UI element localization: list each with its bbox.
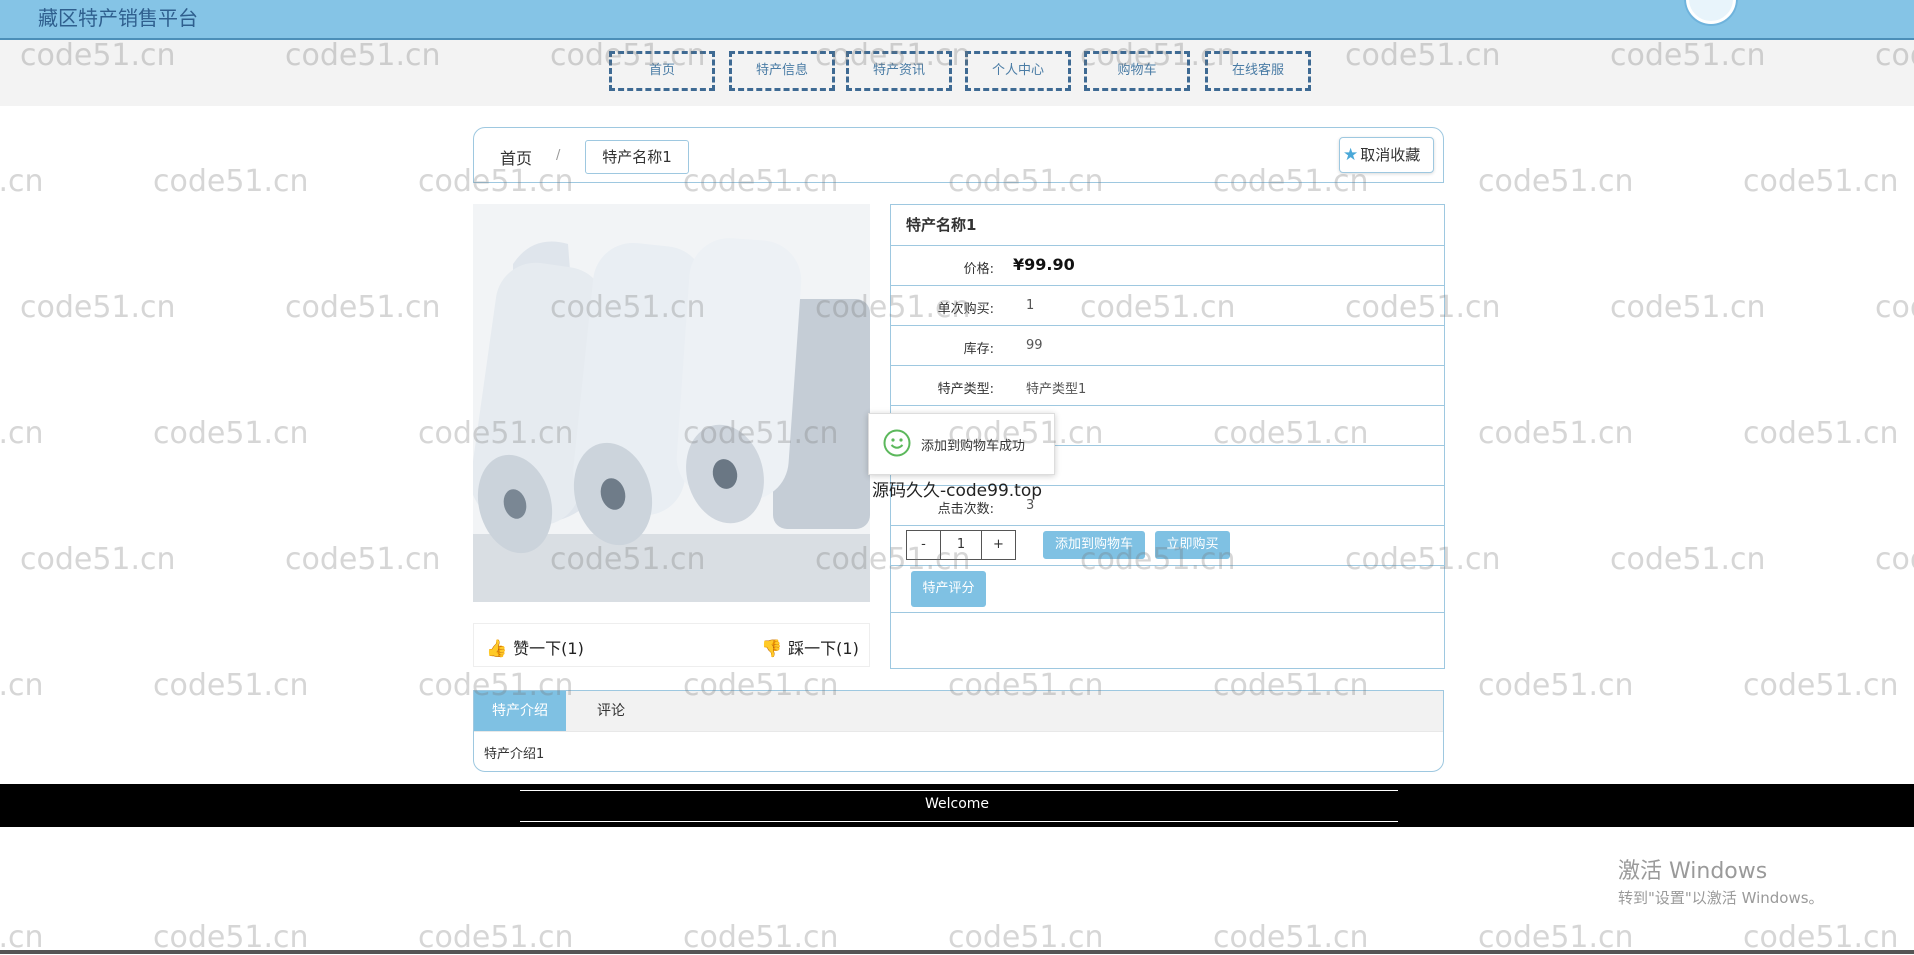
product-tabs: 特产介绍 评论 特产介绍1 — [473, 690, 1444, 772]
watermark-text: code51.cn — [20, 290, 176, 325]
watermark-text: code51.cn — [153, 164, 309, 199]
footer-welcome: Welcome — [0, 796, 1914, 812]
quantity-plus-button[interactable]: + — [982, 531, 1015, 559]
nav-item-home[interactable]: 首页 — [609, 51, 715, 91]
watermark-text: code51.cn — [20, 542, 176, 577]
toast-notification: 添加到购物车成功 — [868, 413, 1055, 475]
type-value: 特产类型1 — [1026, 378, 1086, 397]
breadcrumb-current[interactable]: 特产名称1 — [585, 140, 689, 174]
stock-label: 库存: — [964, 338, 994, 357]
watermark-text: code51.cn — [1610, 542, 1766, 577]
detail-row-rating: 特产评分 — [891, 566, 1444, 613]
top-header: 藏区特产销售平台 — [0, 0, 1914, 40]
add-to-cart-button[interactable]: 添加到购物车 — [1043, 531, 1145, 559]
site-title[interactable]: 藏区特产销售平台 — [38, 2, 198, 31]
nav-item-cart[interactable]: 购物车 — [1084, 51, 1190, 91]
rate-product-button[interactable]: 特产评分 — [911, 571, 986, 607]
toast-message: 添加到购物车成功 — [921, 435, 1025, 454]
dislike-label: 踩一下(1) — [788, 639, 859, 658]
watermark-text: code51.cn — [1743, 668, 1899, 703]
watermark-text: code51.cn — [1478, 164, 1634, 199]
detail-row-actions: - 1 + 添加到购物车 立即购买 — [891, 526, 1444, 566]
per-purchase-value: 1 — [1026, 298, 1034, 313]
per-purchase-label: 单次购买: — [938, 298, 994, 317]
watermark-text: code51.cn — [285, 542, 441, 577]
watermark-text: code51.cn — [0, 416, 44, 451]
nav-item-news[interactable]: 特产资讯 — [846, 51, 952, 91]
watermark-text: code51.cn — [1875, 290, 1914, 325]
watermark-text: code51.cn — [1478, 668, 1634, 703]
watermark-text: code51.cn — [1743, 416, 1899, 451]
watermark-text: code51.cn — [1875, 542, 1914, 577]
breadcrumb: 首页 / 特产名称1 ★取消收藏 — [473, 127, 1444, 183]
product-name: 特产名称1 — [891, 205, 1444, 246]
quantity-stepper: - 1 + — [906, 530, 1016, 560]
windows-activation-subtitle: 转到"设置"以激活 Windows。 — [1618, 887, 1824, 908]
main-nav: 首页 特产信息 特产资讯 个人中心 购物车 在线客服 — [0, 40, 1914, 106]
footer-rule-top — [520, 790, 1398, 791]
watermark-text: code51.cn — [153, 416, 309, 451]
star-icon: ★ — [1343, 145, 1358, 165]
detail-row-stock: 库存: 99 — [891, 326, 1444, 366]
watermark-text: code51.cn — [1743, 164, 1899, 199]
tab-introduction[interactable]: 特产介绍 — [474, 691, 566, 731]
windows-activation-title: 激活 Windows — [1618, 853, 1824, 885]
quantity-input[interactable]: 1 — [940, 531, 982, 559]
overlay-watermark-text: 源码久久-code99.top — [872, 476, 1042, 501]
price-label: 价格: — [964, 258, 994, 277]
watermark-text: code51.cn — [0, 164, 44, 199]
user-avatar[interactable] — [1686, 0, 1736, 24]
windows-activation-notice: 激活 Windows 转到"设置"以激活 Windows。 — [1618, 853, 1824, 908]
breadcrumb-separator: / — [556, 148, 560, 163]
unfavorite-button[interactable]: ★取消收藏 — [1339, 137, 1434, 173]
unfavorite-label: 取消收藏 — [1360, 146, 1420, 164]
tab-comments[interactable]: 评论 — [566, 691, 656, 731]
type-label: 特产类型: — [938, 378, 994, 397]
smile-icon — [883, 429, 911, 457]
buy-now-button[interactable]: 立即购买 — [1155, 531, 1230, 559]
dislike-button[interactable]: 👎 踩一下(1) — [761, 635, 859, 659]
nav-item-profile[interactable]: 个人中心 — [965, 51, 1071, 91]
watermark-text: code51.cn — [1610, 290, 1766, 325]
tabs-header: 特产介绍 评论 — [474, 691, 1443, 732]
vote-bar: 👍 赞一下(1) 👎 踩一下(1) — [473, 623, 870, 667]
tab-content: 特产介绍1 — [484, 743, 544, 762]
watermark-text: code51.cn — [153, 668, 309, 703]
product-image — [473, 204, 870, 602]
like-label: 赞一下(1) — [513, 639, 584, 658]
thumbs-up-icon: 👍 — [486, 639, 507, 659]
like-button[interactable]: 👍 赞一下(1) — [486, 635, 584, 659]
stock-value: 99 — [1026, 338, 1043, 353]
thumbs-down-icon: 👎 — [761, 639, 782, 659]
nav-item-support[interactable]: 在线客服 — [1205, 51, 1311, 91]
watermark-text: code51.cn — [0, 668, 44, 703]
footer-rule-bottom — [520, 821, 1398, 822]
watermark-text: code51.cn — [285, 290, 441, 325]
taskbar-edge — [0, 950, 1914, 954]
price-value: ¥99.90 — [1013, 255, 1075, 274]
breadcrumb-home[interactable]: 首页 — [500, 145, 532, 169]
quantity-minus-button[interactable]: - — [907, 531, 940, 559]
watermark-text: code51.cn — [1478, 416, 1634, 451]
plastic-film-rolls-illustration — [473, 204, 870, 602]
footer: Welcome — [0, 784, 1914, 827]
nav-item-products[interactable]: 特产信息 — [729, 51, 835, 91]
detail-row-price: 价格: ¥99.90 — [891, 246, 1444, 286]
detail-row-type: 特产类型: 特产类型1 — [891, 366, 1444, 406]
detail-row-per-purchase: 单次购买: 1 — [891, 286, 1444, 326]
